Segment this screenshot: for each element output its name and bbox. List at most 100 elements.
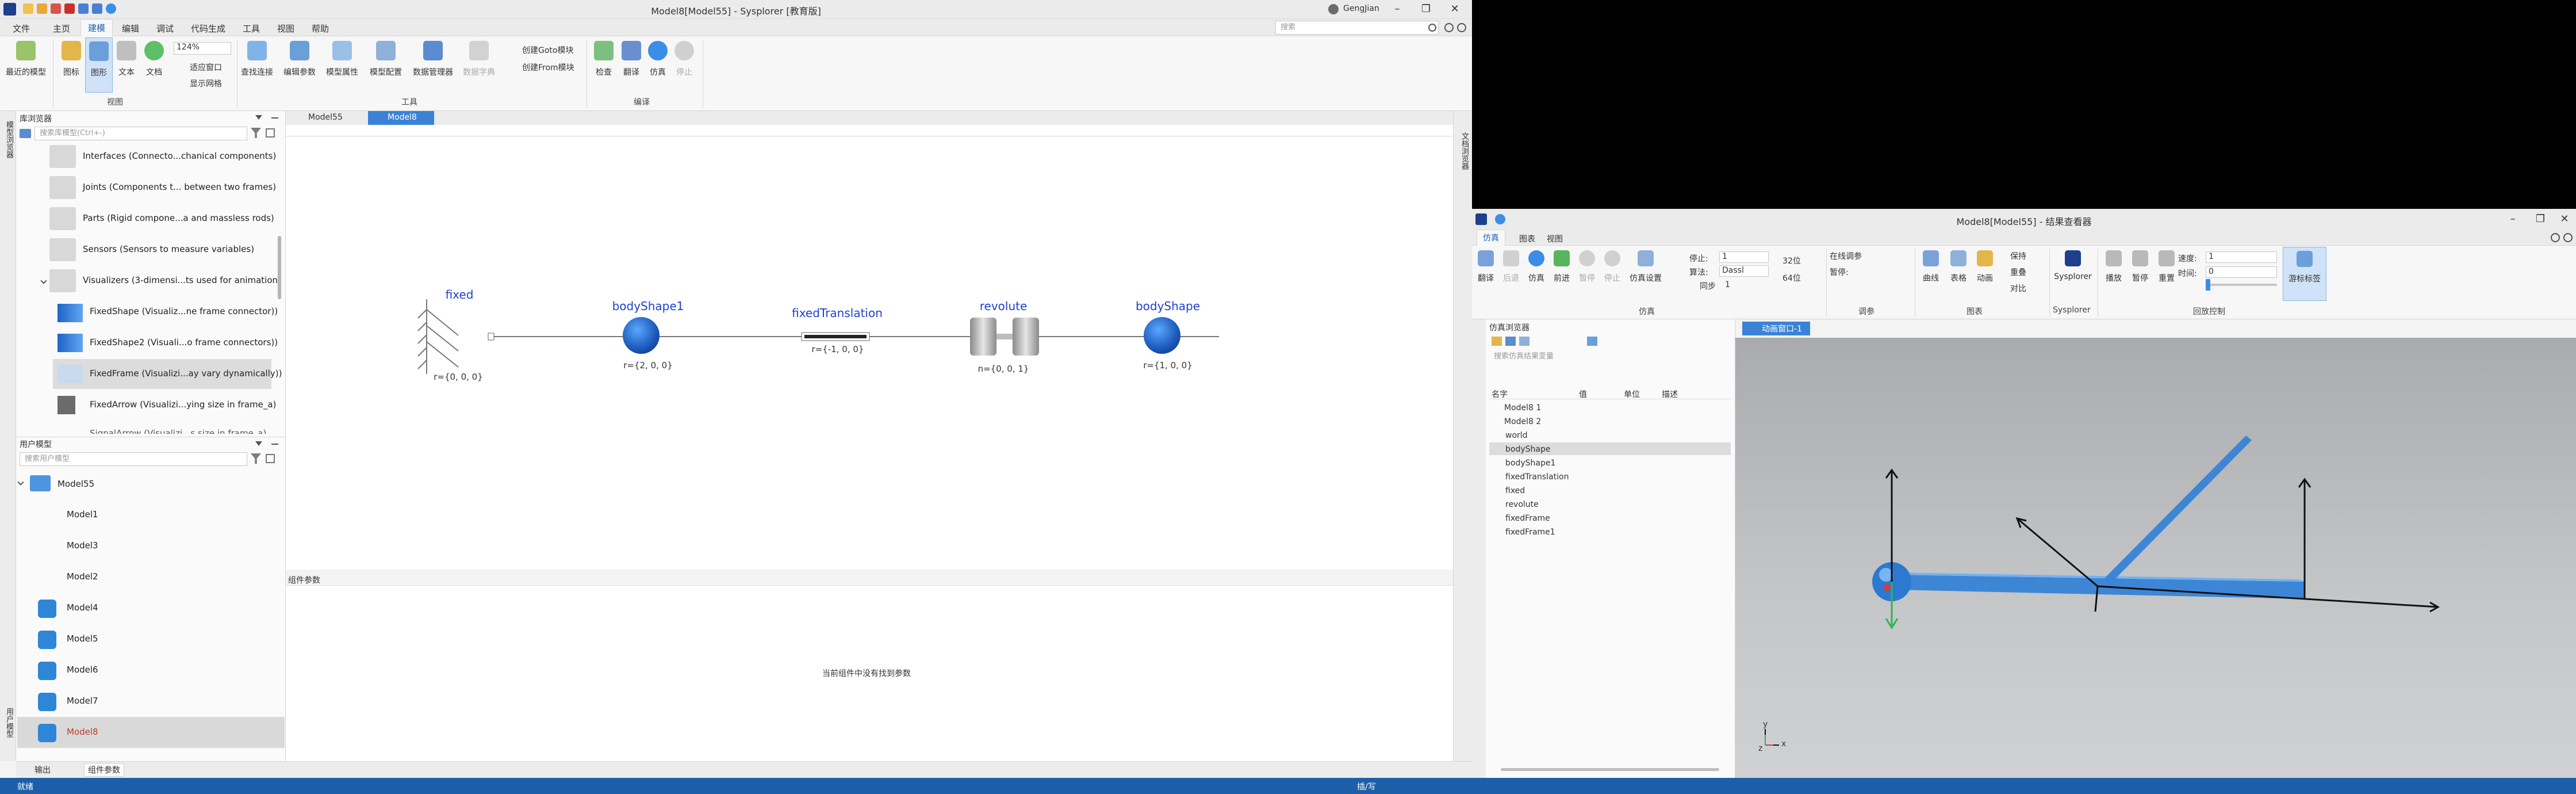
maximize-button[interactable]: ❐ [1414,1,1438,17]
back-button[interactable]: 后退 [1500,250,1523,284]
maximize-button[interactable]: ❐ [2529,211,2552,227]
settings-icon[interactable] [2551,233,2560,242]
body-shape1-icon[interactable] [610,317,672,354]
recent-models-button[interactable]: 最近的模型 [6,41,46,78]
bit32-radio[interactable]: 32位 [1782,255,1801,266]
user-model-item[interactable]: Model2 [17,562,285,593]
tab-model55[interactable]: Model55 [297,113,355,122]
algorithm-select[interactable]: Dassl [1719,265,1769,277]
help-icon[interactable] [2563,233,2573,242]
result-var-item[interactable]: fixed [1505,486,1525,495]
cursor-label-button[interactable]: 游标标签 [2283,247,2326,301]
collapse-icon[interactable] [266,454,275,463]
library-item[interactable]: FixedArrow (Visualizi...ying size in fra… [90,399,276,410]
model-config-button[interactable]: 模型配置 [367,41,405,78]
keep-radio[interactable]: 保持 [2010,250,2026,262]
user-model-root[interactable]: Model55 [57,479,94,489]
user-name[interactable]: GengJian [1343,4,1379,13]
animation-viewport[interactable]: x y z [1735,338,2576,778]
pause-button[interactable]: 暂停 [1575,250,1598,284]
forward-button[interactable]: 前进 [1550,250,1573,284]
sync-checkbox[interactable]: 同步 [1700,280,1716,292]
library-item[interactable]: Parts (Rigid compone...a and massless ro… [43,213,274,223]
user-models-pin-icon[interactable] [255,441,262,447]
result-var-item[interactable]: bodyShape [1505,445,1550,454]
body-shape-icon[interactable] [1131,317,1193,354]
menu-tools[interactable]: 工具 [243,22,260,35]
animation-view-tab[interactable]: 动画窗口-1 [1742,322,1810,335]
export-icon[interactable] [1519,337,1529,346]
user-model-item-selected[interactable]: Model8 [17,717,285,748]
result-var-item[interactable]: fixedFrame1 [1505,528,1555,537]
translate-button[interactable]: 翻译 [618,41,645,78]
user-model-item[interactable]: Model6 [17,655,285,686]
speed-select[interactable]: 1 [2206,251,2277,263]
stop-button[interactable]: 停止 [670,41,698,78]
menu-edit[interactable]: 编辑 [122,22,139,35]
fit-window-button[interactable]: 适应窗口 [190,62,222,73]
search-icon[interactable] [1428,24,1436,32]
minimize-button[interactable]: – [2501,211,2524,227]
model-props-button[interactable]: 模型属性 [323,41,361,78]
library-item[interactable]: FixedFrame (Visualizi...ay vary dynamica… [90,368,282,379]
menu-view[interactable]: 视图 [277,22,294,35]
sim-settings-button[interactable]: 仿真设置 [1626,250,1665,284]
reset-button[interactable]: 重置 [2154,250,2179,284]
menu-modeling[interactable]: 建模 [80,19,113,37]
help-icon[interactable] [1457,23,1466,32]
playback-pause-button[interactable]: 暂停 [2128,250,2153,284]
bit64-radio[interactable]: 64位 [1782,272,1801,284]
save-result-icon[interactable] [1505,337,1516,346]
online-tuning-checkbox[interactable]: 在线调参 [1830,250,1862,262]
sim-search-input[interactable]: 搜索仿真结果变量 [1489,350,1731,364]
menu-home[interactable]: 主页 [53,22,70,35]
table-button[interactable]: 表格 [1946,250,1971,284]
text-view-button[interactable]: 文本 [113,41,140,78]
library-search-input[interactable]: 搜索库模型(Ctrl+-) [34,127,247,140]
global-search-input[interactable]: 搜索 [1275,21,1439,35]
library-scrollbar[interactable] [278,236,281,299]
side-tab-model-browser[interactable]: 模型浏览器 [2,121,13,158]
simulate-button[interactable]: 仿真 [644,41,672,78]
result-var-item[interactable]: revolute [1505,500,1539,509]
params-tab[interactable]: 组件参数 [84,763,124,777]
result-var-item[interactable]: fixedTranslation [1505,472,1569,482]
user-model-item[interactable]: Model3 [17,530,285,562]
settings-icon[interactable] [1444,23,1454,32]
compare-radio[interactable]: 对比 [2010,283,2026,294]
collapse-icon[interactable] [266,128,275,138]
library-item[interactable]: SignalArrow (Visualizi...s size in frame… [90,428,266,434]
stop-time-input[interactable]: 1 [1719,251,1769,263]
library-pin-icon[interactable] [255,115,262,121]
output-tab[interactable]: 输出 [34,764,51,776]
animation-button[interactable]: 动画 [1972,250,1998,284]
side-tab-user-models[interactable]: 用户模型 [2,708,13,738]
library-item[interactable]: Interfaces (Connecto...chanical componen… [43,151,276,161]
library-options-icon[interactable] [20,129,31,138]
find-connection-button[interactable]: 查找连接 [238,41,276,78]
library-item[interactable]: Joints (Components t... between two fram… [43,182,276,192]
create-goto-button[interactable]: 创建Goto模块 [522,44,573,56]
translate-button[interactable]: 翻译 [1474,250,1497,284]
result-var-item[interactable]: world [1505,431,1528,440]
overlay-radio[interactable]: 重叠 [2010,266,2026,278]
user-model-item[interactable]: Model7 [17,686,285,717]
diagram-view-button[interactable]: 图形 [85,37,113,93]
result-root-2[interactable]: Model8 2 [1504,417,1541,426]
user-models-close-icon[interactable] [271,444,278,445]
user-models-search-input[interactable]: 搜索用户模型 [20,452,247,466]
sim-browser-side-tab[interactable] [1472,319,1486,778]
result-var-item[interactable]: fixedFrame [1505,514,1550,523]
create-from-button[interactable]: 创建From模块 [522,62,574,73]
library-item[interactable]: Visualizers (3-dimensi...ts used for ani… [43,275,281,285]
menu-file[interactable]: 文件 [13,22,30,35]
stop-button[interactable]: 停止 [1601,250,1624,284]
side-tab-doc-browser[interactable]: 文档浏览器 [1458,132,1469,170]
tab-model8[interactable]: Model8 [368,111,434,125]
close-button[interactable]: ✕ [1443,1,1466,17]
user-avatar-icon[interactable] [1328,4,1339,14]
menu-simulation[interactable]: 仿真 [1477,230,1505,246]
menu-debug[interactable]: 调试 [156,22,174,35]
play-button[interactable]: 播放 [2101,250,2126,284]
edit-params-button[interactable]: 编辑参数 [281,41,319,78]
